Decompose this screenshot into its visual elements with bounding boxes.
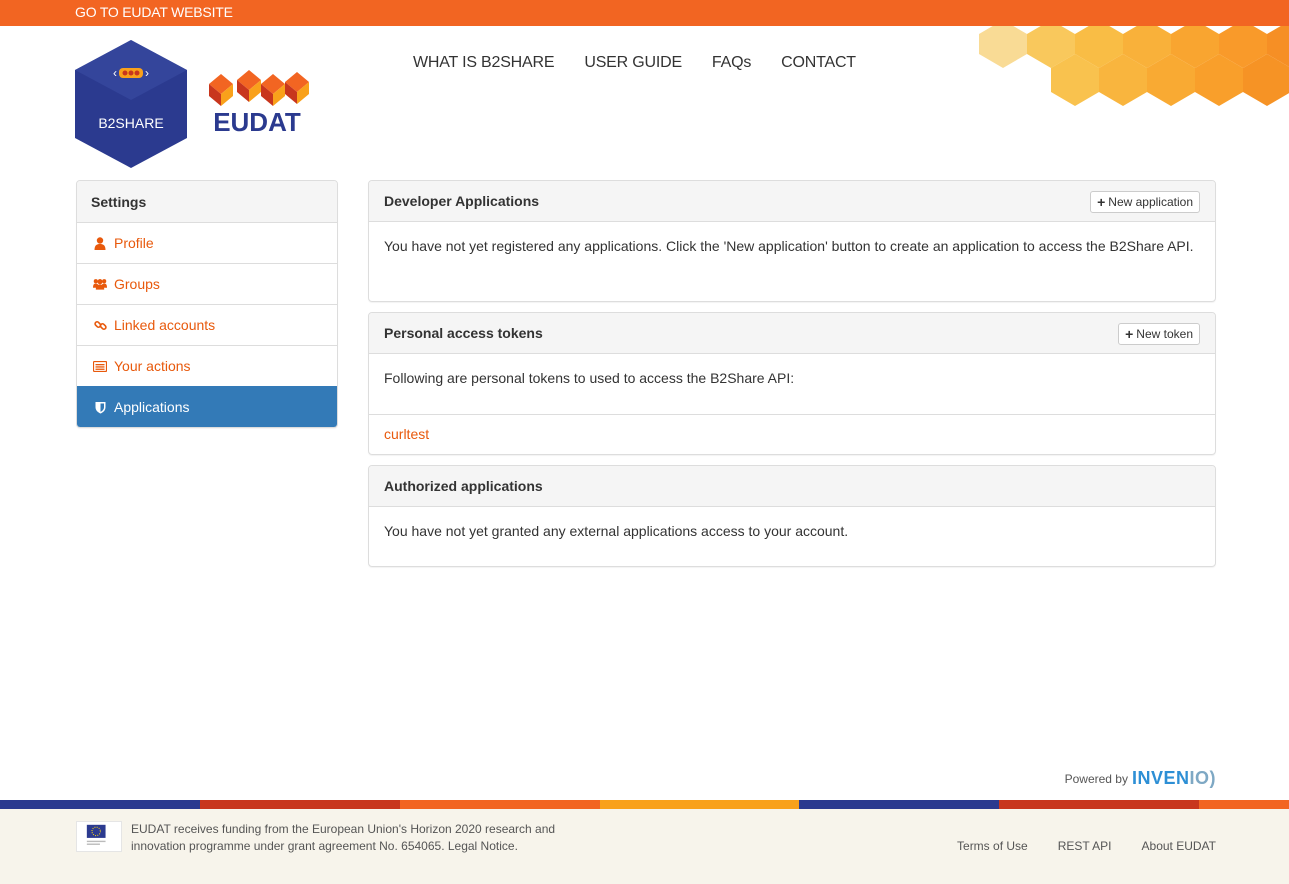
eudat-logo[interactable]: EUDAT	[203, 70, 311, 134]
sidebar-item-applications[interactable]: Applications	[77, 386, 337, 427]
token-item-curltest[interactable]: curltest	[369, 414, 1215, 453]
rest-api-link[interactable]: REST API	[1058, 839, 1112, 853]
sidebar-item-linked-accounts[interactable]: Linked accounts	[77, 304, 337, 345]
sidebar-item-label: Your actions	[114, 358, 191, 374]
authorized-applications-panel: Authorized applications You have not yet…	[368, 465, 1216, 567]
eudat-logo-text: EUDAT	[213, 107, 301, 134]
sidebar-item-groups[interactable]: Groups	[77, 263, 337, 304]
nav-faqs[interactable]: FAQs	[712, 54, 751, 72]
developer-applications-panel: Developer Applications + New application…	[368, 180, 1216, 302]
panel-text: You have not yet registered any applicat…	[384, 238, 1194, 254]
nav-user-guide[interactable]: USER GUIDE	[584, 54, 682, 72]
about-eudat-link[interactable]: About EUDAT	[1142, 839, 1216, 853]
powered-by-label: Powered by	[1064, 771, 1128, 786]
plus-icon: +	[1097, 194, 1106, 210]
b2share-logo[interactable]: ‹ › B2SHARE	[75, 40, 187, 168]
sidebar-title: Settings	[77, 181, 337, 222]
sidebar-item-label: Profile	[114, 235, 154, 251]
honeycomb-decoration	[979, 26, 1289, 106]
powered-by-invenio[interactable]: Powered by INVENIO)	[1065, 768, 1216, 789]
footer-links: Terms of Use REST API About EUDAT	[927, 839, 1216, 853]
new-token-button[interactable]: + New token	[1118, 323, 1200, 345]
sidebar-item-profile[interactable]: Profile	[77, 222, 337, 263]
link-icon	[93, 318, 107, 332]
personal-access-tokens-panel: Personal access tokens + New token Follo…	[368, 312, 1216, 455]
footer: EUDAT receives funding from the European…	[0, 809, 1289, 884]
new-application-button[interactable]: + New application	[1090, 191, 1200, 213]
svg-text:›: ›	[145, 66, 149, 80]
main-nav: WHAT IS B2SHARE USER GUIDE FAQs CONTACT	[413, 54, 886, 72]
panel-text: You have not yet granted any external ap…	[384, 523, 849, 539]
panel-title: Authorized applications	[384, 478, 543, 494]
users-icon	[93, 277, 107, 291]
nav-contact[interactable]: CONTACT	[781, 54, 856, 72]
svg-text:‹: ‹	[113, 66, 117, 80]
button-label: New token	[1136, 327, 1193, 341]
nav-what-is-b2share[interactable]: WHAT IS B2SHARE	[413, 54, 555, 72]
plus-icon: +	[1125, 326, 1134, 342]
panel-title: Developer Applications	[384, 193, 540, 209]
footer-color-stripe	[0, 800, 1289, 809]
sidebar-item-label: Linked accounts	[114, 317, 216, 333]
terms-of-use-link[interactable]: Terms of Use	[957, 839, 1028, 853]
eudat-website-link[interactable]: GO TO EUDAT WEBSITE	[75, 4, 233, 20]
panel-text: Following are personal tokens to used to…	[384, 370, 795, 386]
sidebar-item-label: Groups	[114, 276, 160, 292]
b2share-logo-text: B2SHARE	[98, 115, 163, 131]
invenio-logo: INVENIO)	[1131, 768, 1216, 788]
shield-icon	[93, 400, 107, 414]
list-icon	[93, 359, 107, 373]
settings-sidebar: Settings Profile Groups Linked accounts …	[76, 180, 338, 428]
button-label: New application	[1108, 195, 1193, 209]
sidebar-item-your-actions[interactable]: Your actions	[77, 345, 337, 386]
sidebar-item-label: Applications	[114, 399, 190, 415]
funding-notice: EUDAT receives funding from the European…	[131, 822, 556, 853]
panel-title: Personal access tokens	[384, 325, 543, 341]
top-bar: GO TO EUDAT WEBSITE	[0, 0, 1289, 26]
eu-flag-icon	[76, 821, 122, 852]
user-icon	[93, 236, 107, 250]
